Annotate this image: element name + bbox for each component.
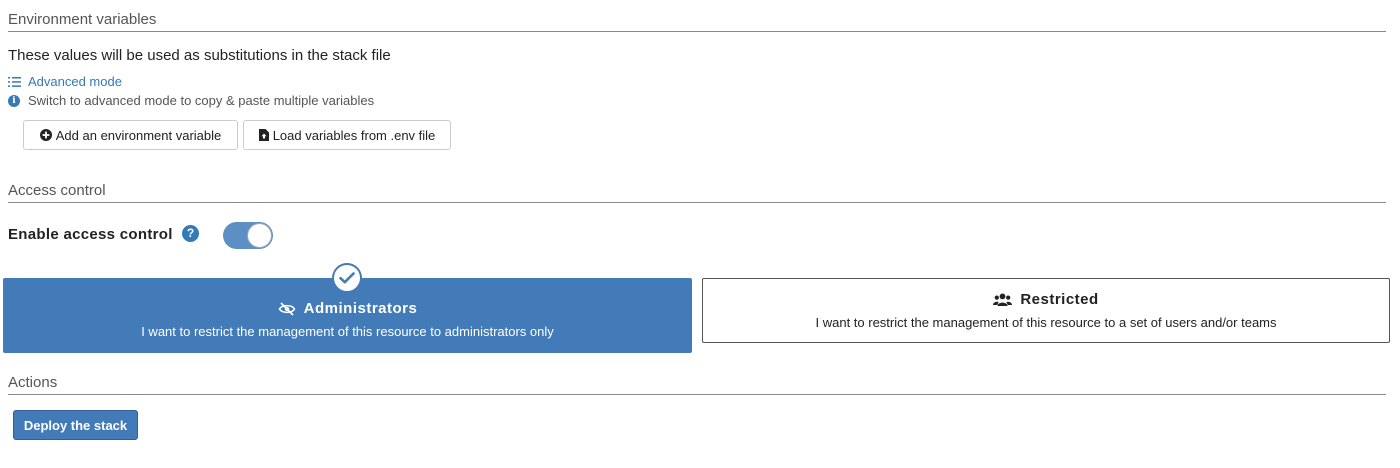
toggle-knob [247,223,272,248]
plus-circle-icon [39,129,52,141]
actions-section-title: Actions [8,374,58,391]
selected-check-badge [332,263,362,293]
restricted-option[interactable]: Restricted I want to restrict the manage… [702,278,1390,343]
restricted-title: Restricted [1020,291,1099,308]
file-upload-icon [258,129,269,141]
access-control-toggle[interactable] [223,222,273,249]
administrators-description: I want to restrict the management of thi… [141,324,554,339]
advanced-mode-label: Advanced mode [28,74,122,89]
info-icon: i [8,94,20,107]
actions-section-divider [8,394,1386,395]
restricted-description: I want to restrict the management of thi… [815,315,1277,330]
load-env-file-button[interactable]: Load variables from .env file [243,120,451,150]
add-env-variable-label: Add an environment variable [55,127,222,143]
access-section-divider [8,202,1386,203]
eye-slash-icon [278,301,296,316]
check-icon [339,272,355,284]
env-description: These values will be used as substitutio… [8,47,391,64]
advanced-mode-hint: i Switch to advanced mode to copy & past… [8,93,374,108]
users-icon [993,293,1013,306]
env-section-title: Environment variables [8,11,157,28]
env-section-divider [8,31,1386,32]
access-section-title: Access control [8,182,106,199]
administrators-title: Administrators [303,300,418,317]
access-control-label: Enable access control [8,226,173,243]
restricted-title-row: Restricted [703,291,1389,308]
deploy-stack-button[interactable]: Deploy the stack [13,410,138,440]
advanced-mode-hint-text: Switch to advanced mode to copy & paste … [28,93,375,108]
question-circle-icon[interactable]: ? [182,225,199,242]
load-env-file-label: Load variables from .env file [272,127,436,143]
advanced-mode-link[interactable]: Advanced mode [8,74,122,89]
add-env-variable-button[interactable]: Add an environment variable [23,120,238,150]
administrators-title-row: Administrators [3,300,692,317]
list-icon [8,76,21,87]
